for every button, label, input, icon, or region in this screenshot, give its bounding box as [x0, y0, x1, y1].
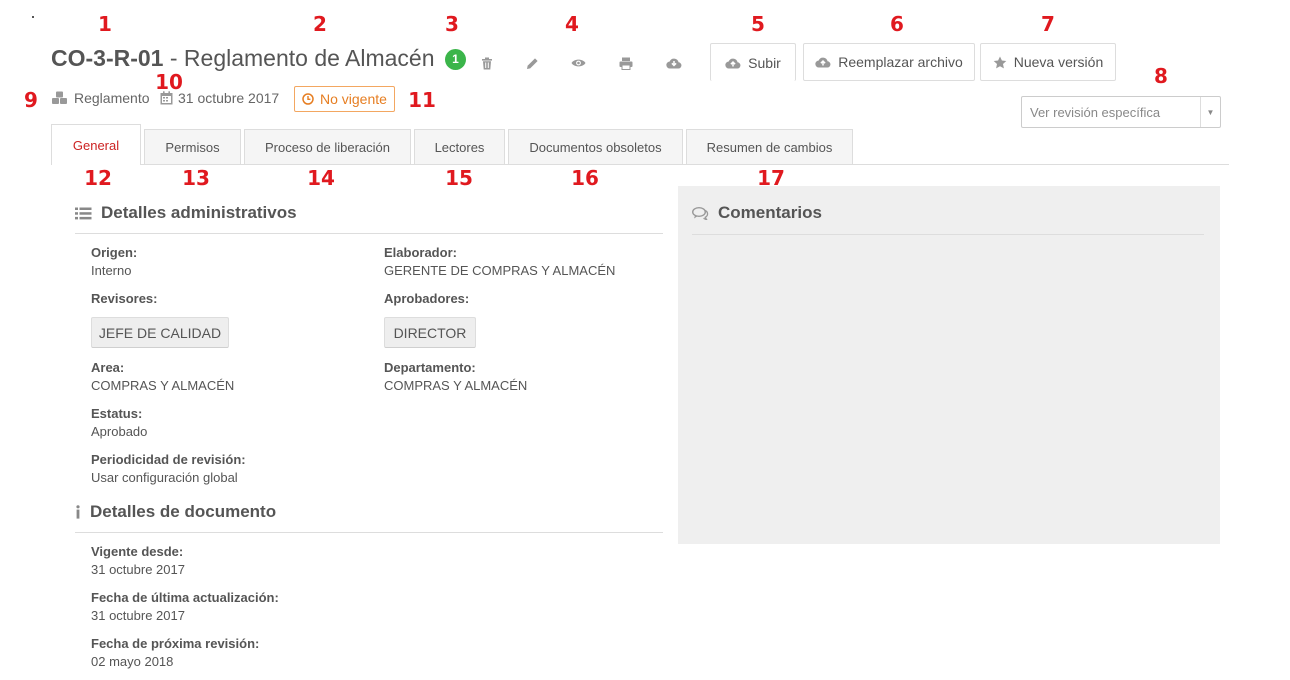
actualizacion-label: Fecha de última actualización:	[91, 590, 279, 605]
calendar-icon	[160, 91, 173, 105]
corner-dot	[32, 16, 34, 18]
admin-details-title: Detalles administrativos	[101, 203, 297, 222]
origen-value: Interno	[91, 263, 132, 278]
marker-14: 14	[307, 166, 335, 190]
admin-details-heading: Detalles administrativos	[75, 203, 297, 223]
tabs-divider	[51, 164, 1229, 165]
revision-select-placeholder: Ver revisión específica	[1030, 104, 1161, 120]
marker-13: 13	[182, 166, 210, 190]
comments-panel	[678, 186, 1220, 544]
print-button[interactable]	[616, 53, 636, 73]
document-details-title: Detalles de documento	[90, 502, 277, 521]
admin-divider	[75, 233, 663, 234]
vigente-value: 31 octubre 2017	[91, 562, 185, 577]
info-icon	[76, 505, 80, 519]
aprobador-chip: DIRECTOR	[384, 317, 476, 348]
title-separator: -	[163, 45, 184, 71]
edit-button[interactable]	[522, 53, 542, 73]
caret-down-icon[interactable]: ▼	[1200, 97, 1220, 127]
marker-1: 1	[98, 12, 112, 36]
comments-divider	[692, 234, 1204, 235]
marker-3: 3	[445, 12, 459, 36]
document-date-label: 31 octubre 2017	[178, 90, 280, 106]
upload-button[interactable]: Subir	[710, 43, 796, 81]
area-value: COMPRAS Y ALMACÉN	[91, 378, 235, 393]
trash-icon	[482, 57, 492, 69]
revision-count-badge[interactable]: 1	[444, 49, 466, 70]
comments-icon	[692, 206, 709, 220]
estatus-label: Estatus:	[91, 406, 143, 421]
replace-file-button[interactable]: Reemplazar archivo	[803, 43, 975, 81]
aprobadores-label: Aprobadores:	[384, 291, 470, 306]
replace-file-label: Reemplazar archivo	[838, 54, 963, 70]
marker-5: 5	[751, 12, 765, 36]
departamento-value: COMPRAS Y ALMACÉN	[384, 378, 528, 393]
document-details-heading: Detalles de documento	[75, 502, 276, 522]
departamento-label: Departamento:	[384, 360, 476, 375]
marker-9: 9	[24, 88, 38, 112]
tab-general[interactable]: General	[51, 124, 141, 165]
vigente-label: Vigente desde:	[91, 544, 184, 559]
marker-15: 15	[445, 166, 473, 190]
status-badge: No vigente	[294, 86, 395, 112]
marker-17: 17	[757, 166, 785, 190]
cloud-download-icon	[666, 58, 682, 69]
comments-heading: Comentarios	[692, 203, 822, 223]
print-icon	[619, 57, 633, 70]
marker-6: 6	[890, 12, 904, 36]
marker-2: 2	[313, 12, 327, 36]
star-icon	[993, 56, 1007, 68]
document-date: 31 octubre 2017	[160, 90, 279, 106]
periodicidad-value: Usar configuración global	[91, 470, 238, 485]
elaborador-label: Elaborador:	[384, 245, 457, 260]
clock-icon	[302, 93, 314, 105]
cloud-upload-icon	[815, 57, 831, 68]
proxima-label: Fecha de próxima revisión:	[91, 636, 260, 651]
tab-proceso-liberacion[interactable]: Proceso de liberación	[244, 129, 411, 164]
proxima-value: 02 mayo 2018	[91, 654, 174, 669]
document-title: CO-3-R-01 - Reglamento de Almacén 1	[51, 44, 466, 72]
document-type: Reglamento	[51, 90, 150, 106]
revisores-label: Revisores:	[91, 291, 158, 306]
tab-permisos[interactable]: Permisos	[144, 129, 241, 164]
elaborador-value: GERENTE DE COMPRAS Y ALMACÉN	[384, 263, 616, 278]
estatus-value: Aprobado	[91, 424, 148, 439]
actualizacion-value: 31 octubre 2017	[91, 608, 185, 623]
cubes-icon	[52, 91, 67, 104]
new-version-button[interactable]: Nueva versión	[980, 43, 1116, 81]
marker-7: 7	[1041, 12, 1055, 36]
revisor-chip: JEFE DE CALIDAD	[91, 317, 229, 348]
tab-lectores[interactable]: Lectores	[414, 129, 505, 164]
cloud-upload-icon	[725, 58, 741, 69]
delete-button[interactable]	[477, 53, 497, 73]
origen-label: Origen:	[91, 245, 138, 260]
marker-16: 16	[571, 166, 599, 190]
marker-11: 11	[408, 88, 436, 112]
download-button[interactable]	[664, 53, 684, 73]
upload-button-label: Subir	[748, 54, 781, 71]
area-label: Area:	[91, 360, 125, 375]
status-label: No vigente	[320, 91, 387, 107]
marker-4: 4	[565, 12, 579, 36]
document-divider	[75, 532, 663, 533]
marker-10: 10	[155, 70, 183, 94]
eye-icon	[571, 59, 585, 67]
tab-resumen-cambios[interactable]: Resumen de cambios	[686, 129, 853, 164]
document-type-label: Reglamento	[74, 90, 150, 106]
document-code: CO-3-R-01	[51, 45, 164, 71]
pencil-icon	[526, 57, 538, 69]
view-button[interactable]	[568, 53, 588, 73]
marker-12: 12	[84, 166, 112, 190]
list-icon	[75, 207, 92, 219]
new-version-label: Nueva versión	[1013, 54, 1104, 70]
document-name: Reglamento de Almacén	[183, 45, 435, 71]
periodicidad-label: Periodicidad de revisión:	[91, 452, 246, 467]
comments-title: Comentarios	[718, 203, 822, 222]
tab-documentos-obsoletos[interactable]: Documentos obsoletos	[508, 129, 683, 164]
revision-select[interactable]: Ver revisión específica ▼	[1021, 96, 1221, 128]
marker-8: 8	[1154, 64, 1168, 88]
